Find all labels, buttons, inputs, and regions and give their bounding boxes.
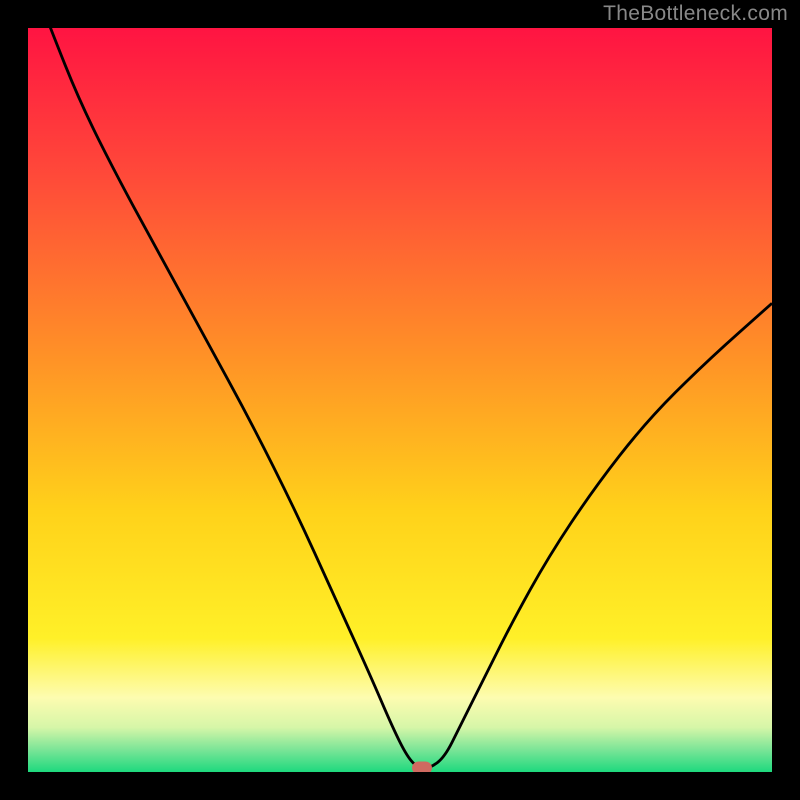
watermark-text: TheBottleneck.com [603, 2, 788, 26]
bottleneck-curve [28, 28, 772, 772]
plot-area [28, 28, 772, 772]
optimal-point-marker [412, 762, 432, 772]
chart-frame: TheBottleneck.com [0, 0, 800, 800]
